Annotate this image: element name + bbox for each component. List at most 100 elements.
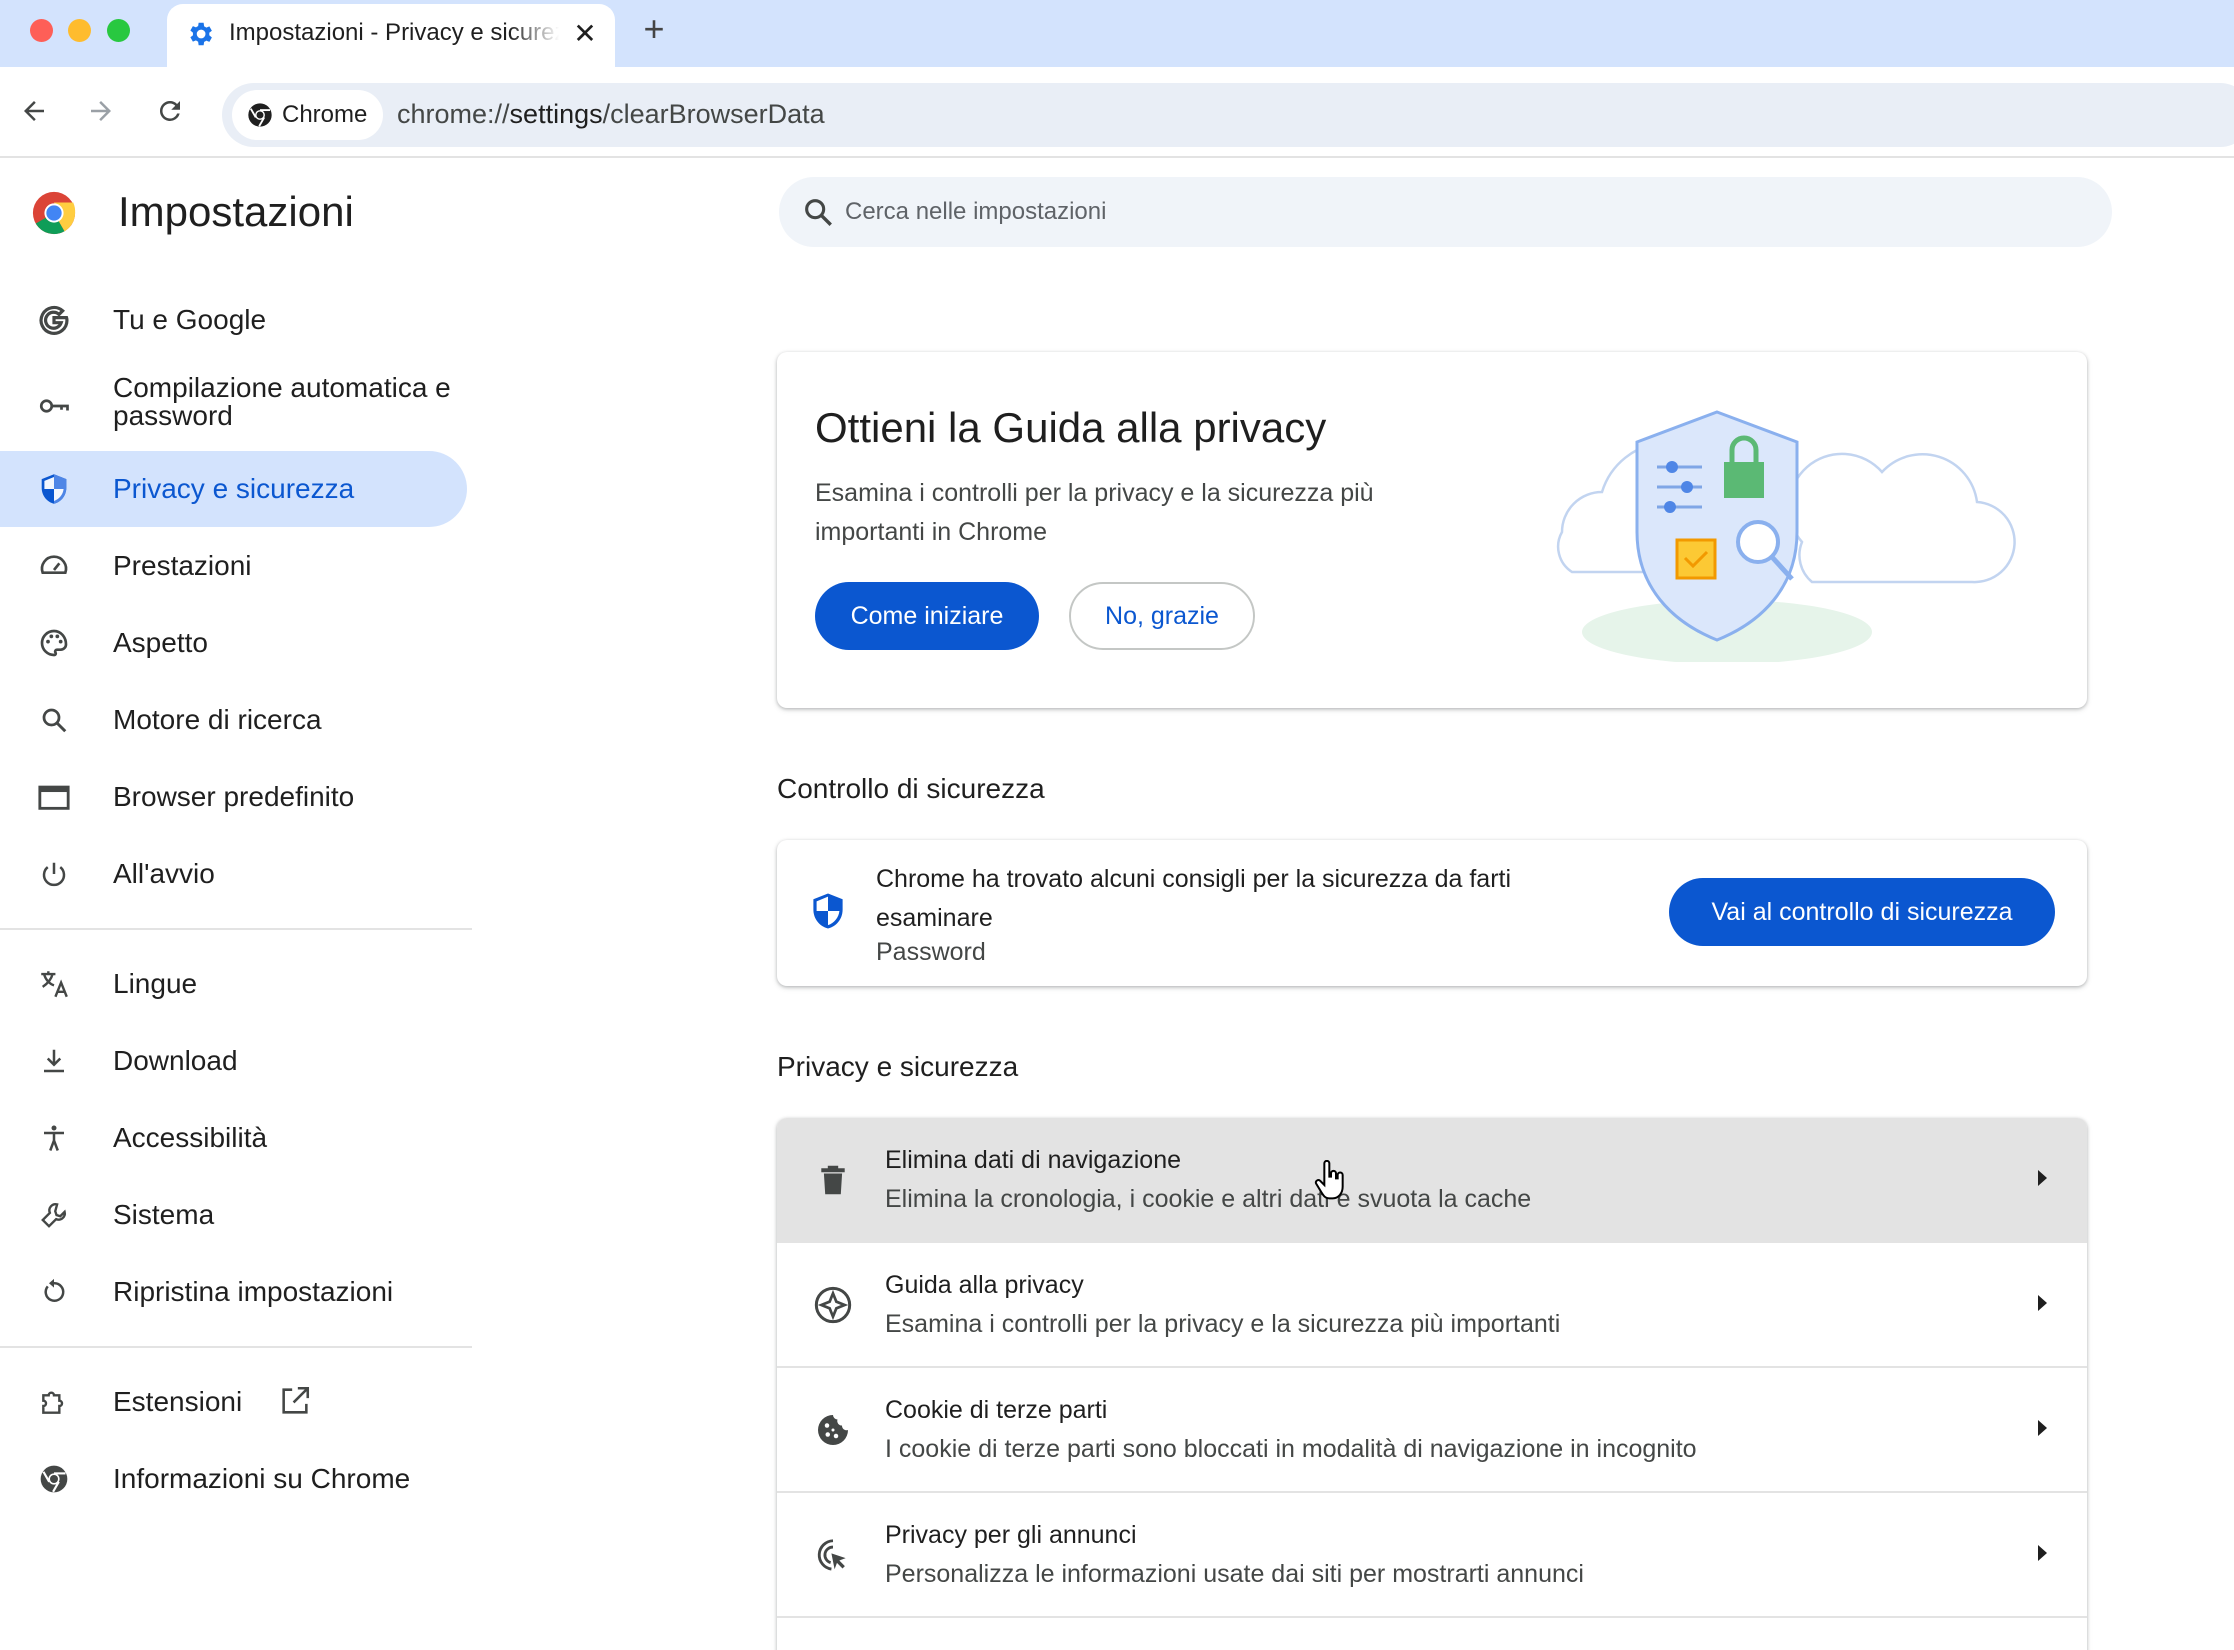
- sidebar-item-lingue[interactable]: Lingue: [0, 946, 467, 1022]
- sidebar-item-label: All'avvio: [113, 858, 215, 889]
- key-icon: [36, 388, 72, 424]
- new-tab-button[interactable]: +: [637, 8, 671, 49]
- list-item-ad-privacy[interactable]: Privacy per gli annunci Personalizza le …: [777, 1493, 2087, 1618]
- list-item-subtitle: I cookie di terze parti sono bloccati in…: [885, 1435, 1697, 1463]
- chrome-logo: [32, 191, 76, 235]
- sidebar-item-informazioni[interactable]: Informazioni su Chrome: [0, 1441, 467, 1517]
- sidebar-item-prestazioni[interactable]: Prestazioni: [0, 528, 467, 604]
- external-link-icon: [282, 1386, 310, 1414]
- download-icon: [36, 1043, 72, 1079]
- address-bar[interactable]: Chrome chrome://settings/clearBrowserDat…: [222, 83, 2234, 147]
- browser-window-icon: [36, 779, 72, 815]
- shield-icon: [36, 471, 72, 507]
- reset-icon: [36, 1274, 72, 1310]
- tab-strip: Impostazioni - Privacy e sicurezza ✕ +: [0, 0, 2234, 67]
- sidebar-item-label: Prestazioni: [113, 550, 252, 581]
- sidebar-item-label: Lingue: [113, 968, 198, 999]
- dismiss-promo-button[interactable]: No, grazie: [1069, 582, 1255, 650]
- chrome-icon: [36, 1461, 72, 1497]
- safety-check-message: Chrome ha trovato alcuni consigli per la…: [876, 865, 1512, 932]
- sidebar-item-label: Tu e Google: [113, 304, 267, 335]
- shield-icon: [813, 893, 843, 929]
- sidebar-divider: [0, 1346, 472, 1348]
- sidebar-item-autofill[interactable]: Compilazione automatica e password: [0, 368, 467, 444]
- translate-icon: [36, 966, 72, 1002]
- list-item-title: Cookie di terze parti: [885, 1396, 1108, 1424]
- sidebar-divider: [0, 928, 472, 930]
- safety-check-card: Chrome ha trovato alcuni consigli per la…: [777, 840, 2087, 986]
- maximize-window-button[interactable]: [107, 19, 130, 42]
- sidebar-item-estensioni[interactable]: Estensioni: [0, 1364, 467, 1440]
- list-item-title: Guida alla privacy: [885, 1271, 1084, 1299]
- promo-description: Esamina i controlli per la privacy e la …: [815, 479, 1374, 546]
- arrow-right-icon: [2038, 1545, 2047, 1561]
- power-icon: [36, 856, 72, 892]
- sidebar-item-label: Estensioni: [113, 1386, 243, 1417]
- sidebar-item-label: Browser predefinito: [113, 781, 355, 812]
- sidebar-item-download[interactable]: Download: [0, 1023, 467, 1099]
- url-text[interactable]: chrome://settings/clearBrowserData: [397, 99, 825, 130]
- sidebar-item-label: Aspetto: [113, 627, 208, 658]
- close-window-button[interactable]: [30, 19, 53, 42]
- sidebar-item-label: Sistema: [113, 1199, 215, 1230]
- list-item-subtitle: Personalizza le informazioni usate dai s…: [885, 1560, 1584, 1588]
- sidebar-item-all-avvio[interactable]: All'avvio: [0, 836, 467, 912]
- list-item-subtitle: Elimina la cronologia, i cookie e altri …: [885, 1185, 1532, 1213]
- go-to-safety-check-button[interactable]: Vai al controllo di sicurezza: [1669, 878, 2055, 946]
- tab-settings[interactable]: Impostazioni - Privacy e sicurezza ✕: [167, 4, 615, 67]
- privacy-illustration: [1556, 410, 2016, 662]
- search-icon: [36, 702, 72, 738]
- sidebar-item-tu-e-google[interactable]: Tu e Google: [0, 282, 467, 358]
- sidebar-item-label: Compilazione automatica e password: [113, 372, 451, 431]
- wrench-icon: [36, 1197, 72, 1233]
- list-item-subtitle: Esamina i controlli per la privacy e la …: [885, 1310, 1561, 1338]
- list-item-third-party-cookies[interactable]: Cookie di terze parti I cookie di terze …: [777, 1368, 2087, 1493]
- settings-search[interactable]: [779, 177, 2112, 247]
- safety-check-heading: Controllo di sicurezza: [777, 773, 1045, 804]
- compass-icon: [813, 1285, 853, 1325]
- site-info-chip[interactable]: Chrome: [232, 90, 384, 140]
- promo-title: Ottieni la Guida alla privacy: [815, 404, 1327, 451]
- list-item-clear-browsing-data[interactable]: Elimina dati di navigazione Elimina la c…: [777, 1118, 2087, 1243]
- speedometer-icon: [36, 548, 72, 584]
- cookie-icon: [813, 1410, 853, 1450]
- sidebar-item-accessibilita[interactable]: Accessibilità: [0, 1100, 467, 1176]
- toolbar: Chrome chrome://settings/clearBrowserDat…: [0, 67, 2234, 158]
- trash-icon: [813, 1160, 853, 1200]
- puzzle-icon: [36, 1384, 72, 1420]
- arrow-right-icon: [2038, 1420, 2047, 1436]
- search-input[interactable]: [845, 191, 2045, 233]
- sidebar-item-label: Ripristina impostazioni: [113, 1276, 394, 1307]
- ads-icon: [813, 1535, 853, 1575]
- list-item-privacy-guide[interactable]: Guida alla privacy Esamina i controlli p…: [777, 1243, 2087, 1368]
- forward-button[interactable]: [79, 89, 123, 133]
- privacy-guide-promo-card: Ottieni la Guida alla privacy Esamina i …: [777, 352, 2087, 708]
- sidebar-item-aspetto[interactable]: Aspetto: [0, 605, 467, 681]
- url-scheme: chrome://: [397, 99, 510, 129]
- close-icon[interactable]: ✕: [569, 17, 601, 49]
- sidebar-item-label: Motore di ricerca: [113, 704, 322, 735]
- arrow-right-icon: [91, 101, 111, 121]
- sidebar-item-sistema[interactable]: Sistema: [0, 1177, 467, 1253]
- tab-title: Impostazioni - Privacy e sicurezza: [229, 19, 559, 46]
- chip-label: Chrome: [282, 101, 368, 128]
- sidebar-item-label: Download: [113, 1045, 238, 1076]
- sidebar-item-ripristina[interactable]: Ripristina impostazioni: [0, 1254, 467, 1330]
- minimize-window-button[interactable]: [68, 19, 91, 42]
- sidebar-item-motore-ricerca[interactable]: Motore di ricerca: [0, 682, 467, 758]
- sidebar-item-privacy[interactable]: Privacy e sicurezza: [0, 451, 467, 527]
- google-icon: [36, 302, 72, 338]
- start-privacy-guide-button[interactable]: Come iniziare: [815, 582, 1039, 650]
- sidebar-item-label: Privacy e sicurezza: [113, 473, 355, 504]
- back-button[interactable]: [12, 89, 56, 133]
- sidebar-item-label: Informazioni su Chrome: [113, 1463, 411, 1494]
- privacy-settings-list: Elimina dati di navigazione Elimina la c…: [777, 1118, 2087, 1650]
- url-host: settings: [509, 99, 603, 129]
- url-path: /clearBrowserData: [602, 99, 825, 129]
- reload-icon: [159, 100, 180, 121]
- privacy-section-heading: Privacy e sicurezza: [777, 1051, 1019, 1082]
- sidebar-item-browser-predefinito[interactable]: Browser predefinito: [0, 759, 467, 835]
- chrome-icon: [248, 103, 272, 127]
- reload-button[interactable]: [148, 89, 192, 133]
- page-title: Impostazioni: [118, 188, 354, 235]
